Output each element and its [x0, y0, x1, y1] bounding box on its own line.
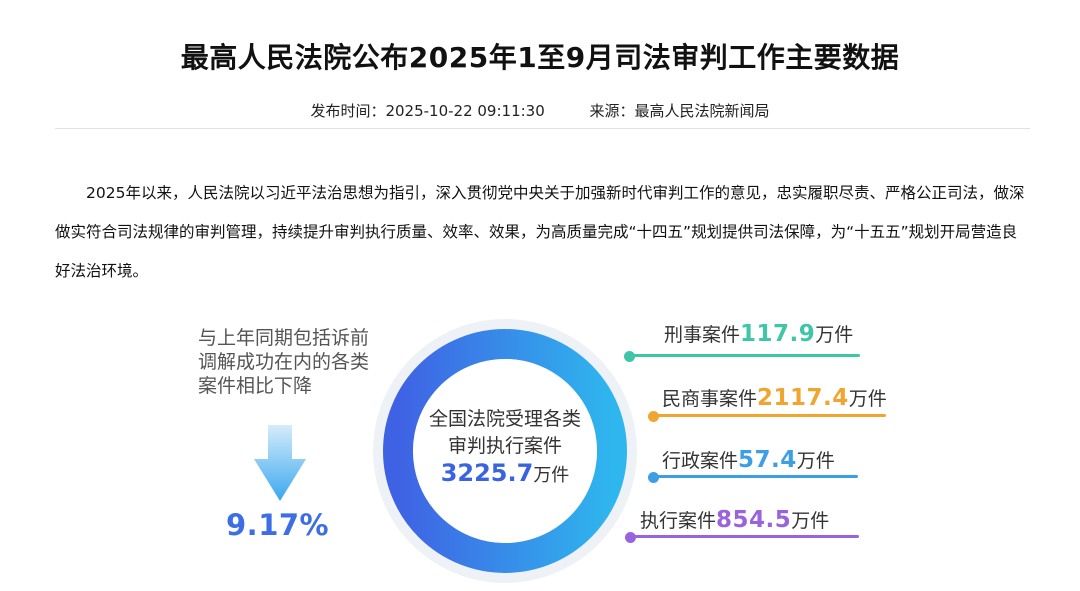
category-label: 刑事案件: [664, 324, 741, 346]
category-civil-commercial: 民商事案件2117.4万件: [662, 384, 887, 411]
category-label: 行政案件: [662, 450, 739, 472]
category-label: 民商事案件: [662, 388, 758, 410]
source: 来源：最高人民法院新闻局: [589, 102, 770, 120]
divider: [55, 128, 1030, 129]
total-cases-label: 全国法院受理各类 审判执行案件 3225.7万件: [405, 406, 605, 489]
total-cases-value-row: 3225.7万件: [405, 460, 605, 489]
category-label: 执行案件: [640, 510, 717, 532]
category-value: 57.4: [738, 447, 797, 473]
article-meta: 发布时间：2025-10-22 09:11:30 来源：最高人民法院新闻局: [0, 100, 1080, 121]
category-unit: 万件: [848, 388, 887, 410]
category-value: 854.5: [716, 507, 792, 533]
category-unit: 万件: [815, 324, 854, 346]
category-enforcement: 执行案件854.5万件: [640, 506, 829, 533]
category-bar: [630, 354, 860, 357]
center-line-2: 审判执行案件: [447, 435, 562, 457]
category-criminal: 刑事案件117.9万件: [664, 320, 853, 347]
total-cases-value: 3225.7: [440, 459, 534, 487]
article-title: 最高人民法院公布2025年1至9月司法审判工作主要数据: [180, 41, 900, 74]
category-unit: 万件: [791, 510, 830, 532]
total-cases-unit: 万件: [533, 465, 570, 486]
down-arrow-icon: [254, 425, 306, 501]
publish-time: 发布时间：2025-10-22 09:11:30: [310, 102, 545, 120]
category-administrative: 行政案件57.4万件: [662, 446, 835, 473]
center-line-1: 全国法院受理各类: [428, 408, 581, 430]
category-value: 2117.4: [757, 385, 849, 411]
article-paragraph: 2025年以来，人民法院以习近平法治思想为指引，深入贯彻党中央关于加强新时代审判…: [55, 184, 1025, 280]
decline-percentage: 9.17%: [226, 508, 330, 542]
category-unit: 万件: [796, 450, 835, 472]
decline-description: 与上年同期包括诉前调解成功在内的各类案件相比下降: [198, 327, 370, 397]
infographic: 与上年同期包括诉前调解成功在内的各类案件相比下降 9.17% 全国法院受理各类 …: [0, 300, 1080, 591]
category-bar: [654, 414, 886, 417]
category-value: 117.9: [740, 321, 816, 347]
category-bar: [631, 535, 859, 538]
category-bar: [654, 475, 858, 478]
